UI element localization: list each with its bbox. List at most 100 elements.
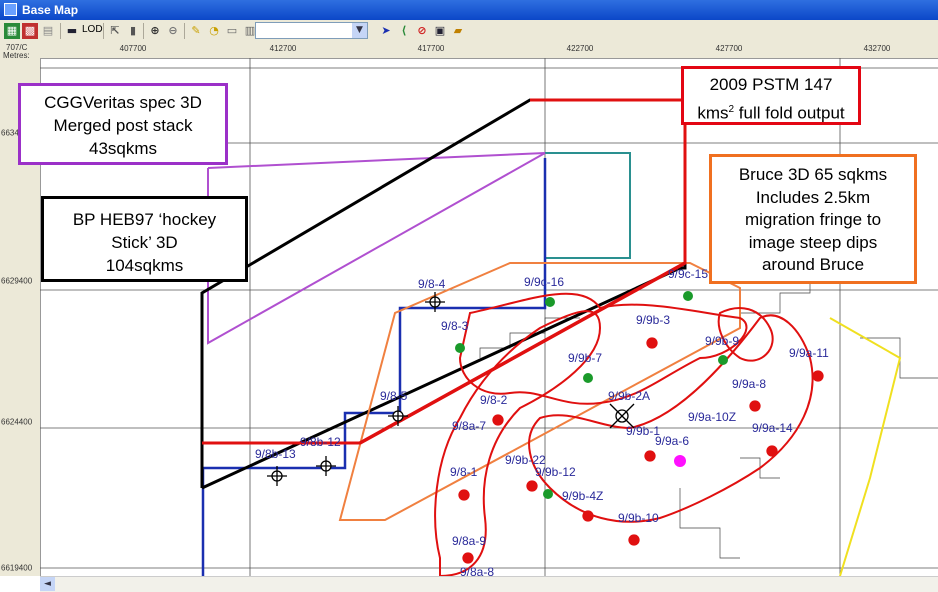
x-tick-label: 417700 [417, 44, 445, 53]
teal-block-outline [545, 152, 631, 259]
cgg-callout-line1: CGGVeritas spec 3D [44, 93, 202, 112]
column-icon[interactable]: ▮ [125, 23, 141, 39]
bruce-callout-line4: image steep dips [748, 232, 878, 252]
bruce-callout-line2: Includes 2.5km [755, 187, 871, 207]
green-well-icon [583, 373, 593, 383]
well-label: 9/8-2 [480, 393, 508, 407]
well-label: 9/9c-15 [668, 267, 708, 281]
red-well-icon [582, 510, 594, 522]
red-well-icon [644, 450, 656, 462]
comment-icon[interactable]: ◔ [206, 23, 222, 39]
app-icon [4, 3, 17, 16]
cgg-survey-top-edge [207, 152, 546, 169]
map-icon[interactable]: ▩ [22, 23, 38, 39]
red-well-icon [462, 552, 474, 564]
zoom-in-icon[interactable]: ⊕ [147, 23, 163, 39]
ruler-corner: 707/C Metres: [0, 42, 40, 60]
toolbar: ▦ ▩ ▤ ▬ LOD ⇱ ▮ ⊕ ⊖ ✎ ◔ ▭ ▥ ▼ ➤ ⟨ ⊘ ▣ ▰ [0, 20, 938, 43]
red-well-icon [749, 400, 761, 412]
red-well-icon [526, 480, 538, 492]
bp-callout: BP HEB97 ‘hockey Stick’ 3D 104sqkms [41, 196, 248, 282]
red-well-icon [628, 534, 640, 546]
window-titlebar: Base Map [0, 0, 938, 20]
bp-callout-line2: Stick’ 3D [111, 233, 178, 252]
red-well-icon [492, 414, 504, 426]
save-icon[interactable]: ▣ [432, 23, 448, 39]
toolbar-separator [103, 23, 104, 39]
document-icon[interactable]: ▭ [224, 23, 240, 39]
well-label: 9/9a-8 [732, 377, 766, 391]
chevron-down-icon[interactable]: ▼ [352, 23, 367, 38]
green-well-icon [683, 291, 693, 301]
green-well-icon [455, 343, 465, 353]
horizontal-scrollbar[interactable]: ◄ [40, 576, 938, 592]
well-label: 9/9b-12 [535, 465, 576, 479]
connect-icon[interactable]: ⟨ [396, 23, 412, 39]
pstm-callout-unit: kms [697, 103, 729, 123]
well-label: 9/9a-11 [789, 346, 829, 360]
x-tick-label: 432700 [863, 44, 891, 53]
well-label: 9/9b-3 [636, 313, 670, 327]
x-tick-label: 407700 [119, 44, 147, 53]
well-label: 9/9a-14 [752, 421, 793, 435]
bp-callout-line3: 104sqkms [105, 256, 184, 275]
red-well-icon [458, 489, 470, 501]
well-label: 9/8a-9 [452, 534, 486, 548]
scale-icon[interactable]: ▬ [64, 23, 80, 39]
bruce-callout-line1: Bruce 3D 65 sqkms [738, 165, 888, 184]
well-label: 9/9b-4Z [562, 489, 603, 503]
well-label: 9/9b-10 [618, 511, 659, 525]
bruce-callout: Bruce 3D 65 sqkms Includes 2.5km migrati… [709, 154, 917, 284]
pstm-callout-rest: full fold output [734, 103, 845, 123]
green-well-icon [545, 297, 555, 307]
delete-icon[interactable]: ⊘ [414, 23, 430, 39]
well-label: 9/9a-6 [655, 434, 689, 448]
well-label: 9/8-1 [450, 465, 478, 479]
x-tick-label: 422700 [566, 44, 594, 53]
open-folder-icon[interactable]: ▰ [450, 23, 466, 39]
cgg-callout-line2: Merged post stack [53, 116, 193, 135]
x-axis-ruler: 407700 412700 417700 422700 427700 43270… [40, 42, 938, 59]
y-tick-label: 6624400 [1, 417, 33, 427]
layer-select[interactable]: ▼ [255, 22, 368, 39]
x-tick-label: 427700 [715, 44, 743, 53]
well-label: 9/8-5 [380, 389, 408, 403]
green-well-icon [718, 355, 728, 365]
bp-callout-line1: BP HEB97 ‘hockey [72, 210, 217, 229]
well-label: 9/9a-10Z [688, 410, 736, 424]
red-well-icon [646, 337, 658, 349]
window-title: Base Map [22, 3, 79, 17]
red-well-icon [766, 445, 778, 457]
toolbar-separator [143, 23, 144, 39]
y-tick-label: 6619400 [1, 563, 33, 573]
well-label: 9/8a-7 [452, 419, 486, 433]
toolbar-separator [60, 23, 61, 39]
bruce-callout-line3: migration fringe to [744, 210, 882, 229]
select-icon[interactable]: ⇱ [107, 23, 123, 39]
well-label: 9/8b-12 [300, 435, 341, 449]
grid-icon[interactable]: ▤ [40, 23, 56, 39]
green-well-icon [543, 489, 553, 499]
chevron-left-icon[interactable]: ◄ [40, 577, 55, 591]
magenta-well-icon [674, 455, 686, 467]
well-label: 9/9b-9 [705, 334, 739, 348]
pointer-icon[interactable]: ➤ [378, 23, 394, 39]
cgg-survey-outline [207, 152, 546, 345]
cgg-callout-line3: 43sqkms [88, 139, 158, 158]
layers-icon[interactable]: ▦ [4, 23, 20, 39]
pencil-icon[interactable]: ✎ [188, 23, 204, 39]
well-label: 9/9b-22 [505, 453, 546, 467]
y-tick-label: 6629400 [1, 276, 33, 286]
well-label: 9/8b-13 [255, 447, 296, 461]
pstm-callout-line1: 2009 PSTM 147 [709, 75, 833, 94]
red-well-icon [812, 370, 824, 382]
toolbar-separator [184, 23, 185, 39]
lod-button[interactable]: LOD [82, 24, 103, 35]
well-label: 9/9c-16 [524, 275, 564, 289]
cggveritas-callout: CGGVeritas spec 3D Merged post stack 43s… [18, 83, 228, 165]
well-label: 9/8-4 [418, 277, 446, 291]
bruce-callout-line5: around Bruce [761, 255, 865, 274]
zoom-out-icon[interactable]: ⊖ [165, 23, 181, 39]
pstm-callout-line2: kms2 full fold output [684, 97, 858, 126]
pstm-callout: 2009 PSTM 147 kms2 full fold output [681, 66, 861, 125]
